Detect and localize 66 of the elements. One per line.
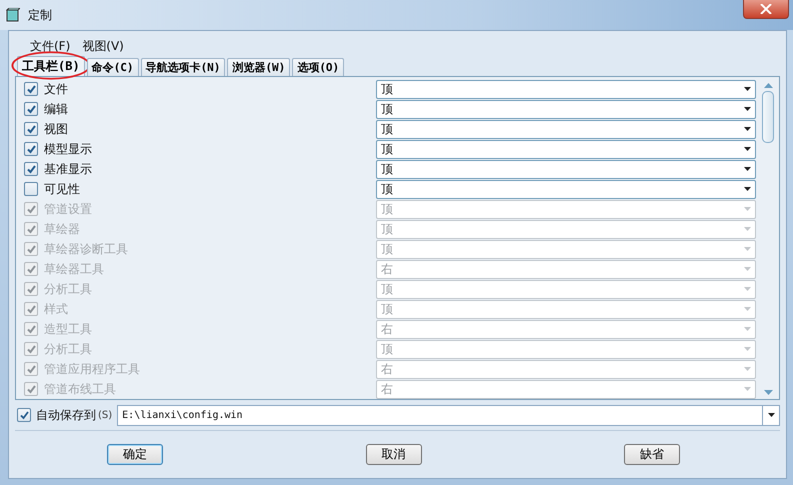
position-dropdown[interactable]: 顶	[376, 180, 756, 198]
tab[interactable]: 命令(C)	[86, 58, 139, 76]
checkbox[interactable]	[24, 102, 38, 116]
checkbox[interactable]	[24, 142, 38, 156]
caret-icon	[768, 413, 774, 417]
toolbar-name: 编辑	[44, 100, 69, 118]
toolbar-name: 草绘器工具	[44, 260, 105, 278]
caret-icon	[744, 107, 751, 111]
dialog-button[interactable]: 确定	[107, 444, 163, 465]
toolbar-name: 样式	[44, 300, 69, 318]
checkbox[interactable]	[24, 162, 38, 176]
scroll-up-icon[interactable]	[764, 83, 772, 88]
close-button[interactable]	[743, 0, 789, 19]
tab[interactable]: 浏览器(W)	[227, 58, 290, 76]
toolbar-name: 管道应用程序工具	[44, 360, 141, 378]
tab[interactable]: 工具栏(B)	[17, 56, 85, 76]
toolbar-name: 分析工具	[44, 280, 93, 298]
caret-icon	[744, 367, 751, 371]
path-dropdown[interactable]: E:\lianxi\config.win	[117, 404, 780, 426]
dialog-button[interactable]: 缺省	[624, 444, 680, 465]
position-dropdown[interactable]: 顶	[376, 140, 756, 158]
toolbar-name: 造型工具	[44, 320, 93, 338]
toolbar-name: 视图	[44, 120, 69, 138]
tab[interactable]: 导航选项卡(N)	[140, 58, 226, 76]
caret-icon	[744, 207, 751, 211]
menu-item[interactable]: 文件(F)	[30, 38, 70, 56]
caret-icon	[744, 187, 751, 191]
dialog-button[interactable]: 取消	[366, 444, 422, 465]
checkbox[interactable]	[24, 182, 38, 196]
toolbar-name: 基准显示	[44, 160, 93, 178]
window-title: 定制	[28, 6, 52, 24]
position-dropdown[interactable]: 顶	[376, 80, 756, 98]
cube-icon	[6, 8, 20, 22]
caret-icon	[744, 307, 751, 311]
caret-icon	[744, 287, 751, 291]
close-icon	[760, 4, 772, 14]
caret-icon	[744, 387, 751, 391]
position-dropdown[interactable]: 顶	[376, 120, 756, 138]
toolbar-name: 草绘器	[44, 220, 81, 238]
toolbar-name: 管道布线工具	[44, 380, 117, 398]
position-dropdown[interactable]: 顶	[376, 100, 756, 118]
shortcut-hint: (S)	[98, 410, 112, 420]
caret-icon	[744, 147, 751, 151]
checkbox[interactable]	[24, 82, 38, 96]
toolbar-name: 草绘器诊断工具	[44, 240, 129, 258]
caret-icon	[744, 267, 751, 271]
autosave-label: 自动保存到	[36, 406, 96, 424]
caret-icon	[744, 167, 751, 171]
scroll-thumb[interactable]	[762, 91, 774, 143]
caret-icon	[744, 227, 751, 231]
menu-item[interactable]: 视图(V)	[82, 38, 124, 56]
caret-icon	[744, 87, 751, 91]
toolbar-name: 文件	[44, 80, 69, 98]
toolbar-name: 可见性	[44, 180, 81, 198]
tab[interactable]: 选项(O)	[292, 58, 344, 76]
checkbox[interactable]	[17, 408, 31, 422]
toolbar-name: 管道设置	[44, 200, 93, 218]
caret-icon	[744, 247, 751, 251]
caret-icon	[744, 327, 751, 331]
toolbar-name: 分析工具	[44, 340, 93, 358]
caret-icon	[744, 347, 751, 351]
scroll-down-icon[interactable]	[764, 390, 772, 395]
position-dropdown[interactable]: 顶	[376, 160, 756, 178]
checkbox[interactable]	[24, 122, 38, 136]
toolbar-name: 模型显示	[44, 140, 93, 158]
caret-icon	[744, 127, 751, 131]
